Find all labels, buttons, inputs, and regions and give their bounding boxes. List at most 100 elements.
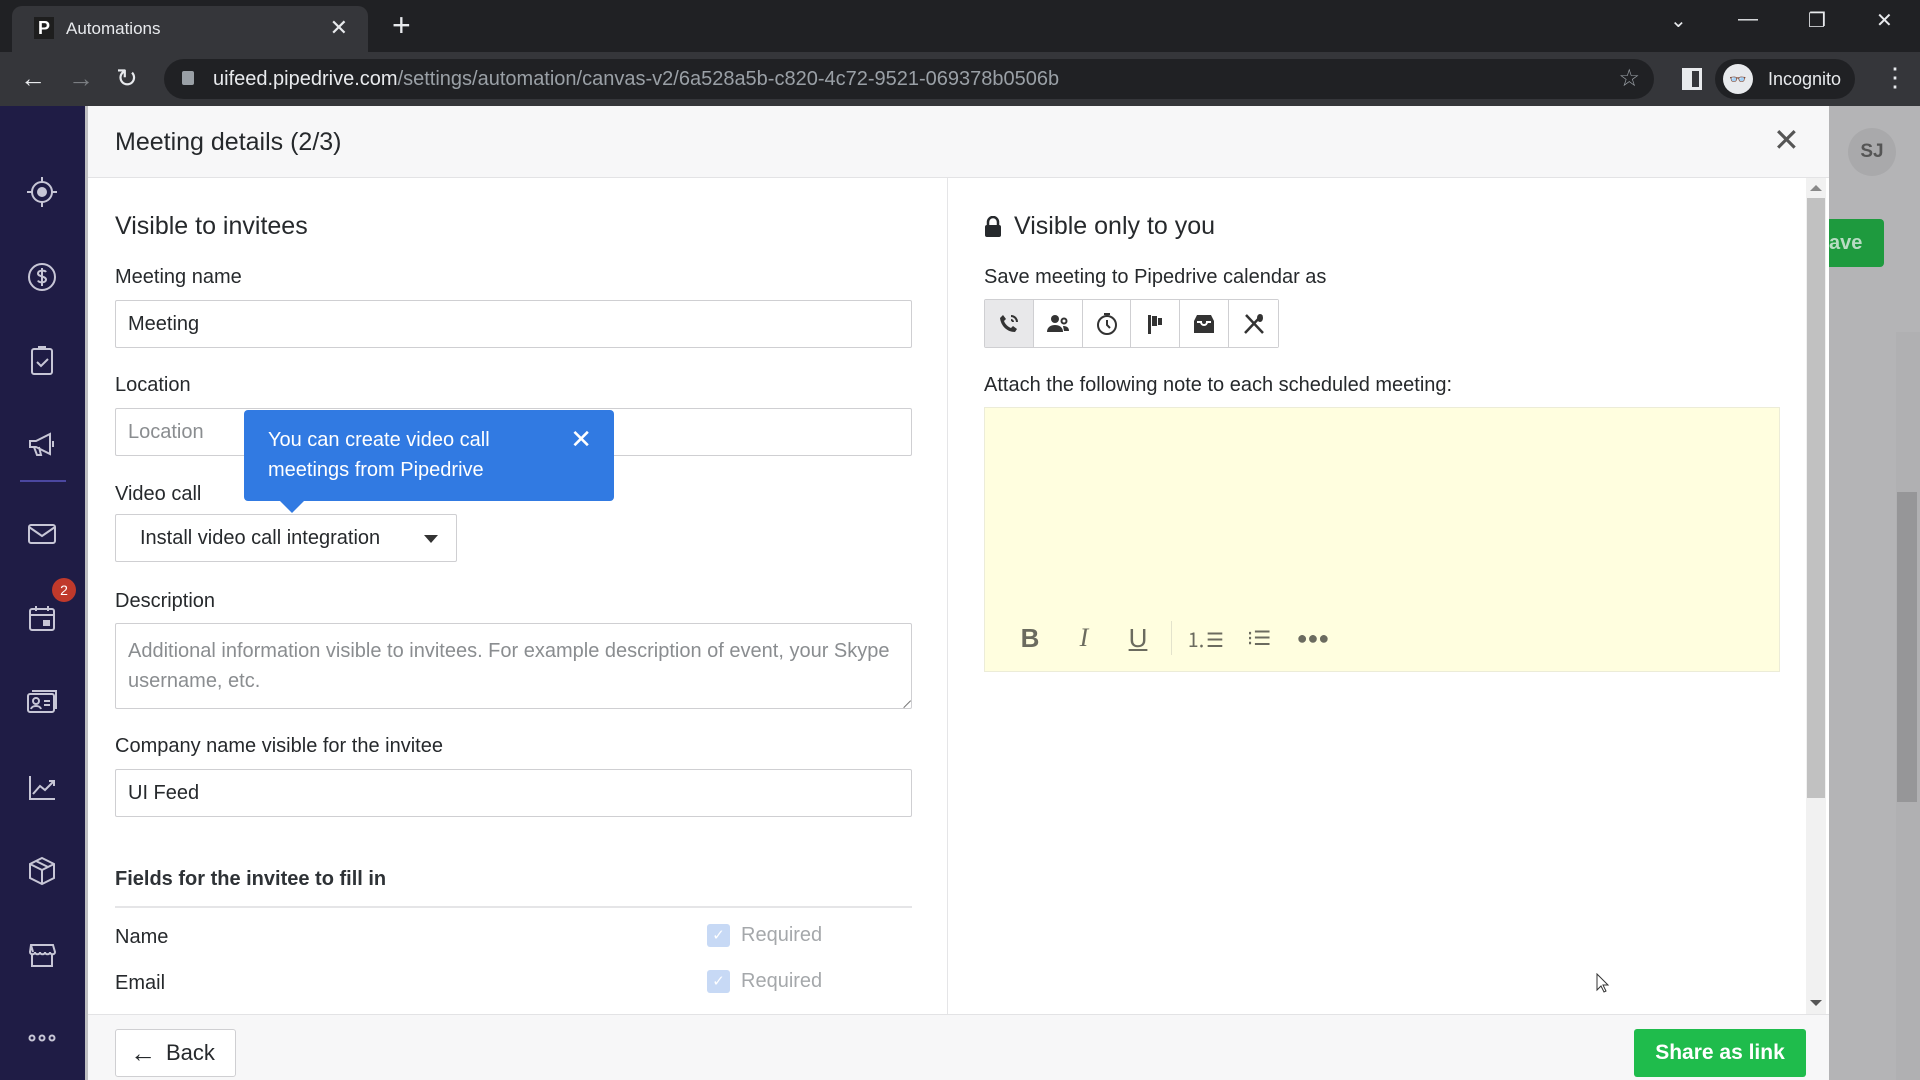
sidebar-item-leads[interactable] xyxy=(22,172,62,212)
description-placeholder: Additional information visible to invite… xyxy=(128,640,890,692)
video-call-label: Video call xyxy=(115,483,202,505)
tab-search-icon[interactable]: ⌄ xyxy=(1670,8,1687,33)
sidebar-item-campaigns[interactable] xyxy=(22,424,62,464)
ordered-list-icon[interactable]: ⒈☰ xyxy=(1178,618,1232,658)
url-text: uifeed.pipedrive.com/settings/automation… xyxy=(213,68,1059,91)
leads-icon xyxy=(27,177,57,207)
marketplace-icon xyxy=(28,944,57,967)
minimize-icon[interactable]: — xyxy=(1738,8,1758,31)
chevron-down-icon xyxy=(424,535,438,543)
visible-to-invitees-heading: Visible to invitees xyxy=(115,212,308,240)
profile-label: Incognito xyxy=(1768,69,1842,89)
background-page: SJ ave xyxy=(1829,106,1920,1080)
browser-menu-icon[interactable]: ⋮ xyxy=(1882,62,1908,93)
tab-close-icon[interactable]: ✕ xyxy=(330,15,348,41)
column-divider xyxy=(947,178,948,1014)
email-required-checkbox[interactable]: ✓ xyxy=(707,970,730,993)
video-call-select[interactable]: Install video call integration xyxy=(115,514,457,562)
bookmark-star-icon[interactable]: ☆ xyxy=(1618,64,1640,93)
tooltip-close-icon[interactable]: ✕ xyxy=(570,424,592,454)
mail-icon xyxy=(28,524,56,544)
address-bar[interactable]: uifeed.pipedrive.com/settings/automation… xyxy=(164,59,1654,99)
note-editor[interactable]: B I U ⒈☰ ⁝☰ ●●● xyxy=(984,407,1780,672)
back-nav-icon[interactable]: ← xyxy=(20,63,46,93)
more-options-icon[interactable]: ●●● xyxy=(1286,618,1340,658)
meeting-name-input[interactable]: Meeting xyxy=(115,300,912,348)
name-required-label: Required xyxy=(741,924,823,946)
sidebar-item-insights[interactable] xyxy=(22,767,62,807)
sidebar-item-marketplace[interactable] xyxy=(22,934,62,974)
resize-handle[interactable] xyxy=(896,693,912,709)
modal-scrollbar[interactable] xyxy=(1806,178,1826,1014)
location-label: Location xyxy=(115,374,191,396)
activity-type-call[interactable] xyxy=(985,300,1034,347)
email-required-label: Required xyxy=(741,970,823,992)
note-label: Attach the following note to each schedu… xyxy=(984,374,1453,396)
url-path: /settings/automation/canvas-v2/6a528a5b-… xyxy=(397,68,1060,90)
video-call-select-value: Install video call integration xyxy=(140,527,381,549)
sidebar-item-more[interactable] xyxy=(22,1018,62,1058)
url-domain: uifeed.pipedrive.com xyxy=(213,68,398,90)
bullet-list-icon[interactable]: ⁝☰ xyxy=(1232,618,1286,658)
restore-icon[interactable]: ❐ xyxy=(1808,8,1826,33)
sidebar-item-deals[interactable] xyxy=(22,257,62,297)
fields-heading: Fields for the invitee to fill in xyxy=(115,868,387,890)
browser-tab-bar: P Automations ✕ + ⌄ — ❐ ✕ xyxy=(0,0,1920,52)
company-name-input[interactable]: UI Feed xyxy=(115,769,912,817)
background-scrollbar xyxy=(1896,332,1920,1080)
forward-nav-icon[interactable]: → xyxy=(68,63,94,93)
products-icon xyxy=(29,856,55,886)
calendar-icon xyxy=(29,606,55,631)
description-label: Description xyxy=(115,590,216,612)
underline-icon[interactable]: U xyxy=(1111,618,1165,658)
sidebar-item-contacts[interactable] xyxy=(22,682,62,722)
background-save-button: ave xyxy=(1829,219,1884,267)
italic-icon[interactable]: I xyxy=(1057,618,1111,658)
company-name-label: Company name visible for the invitee xyxy=(115,735,443,757)
bold-icon[interactable]: B xyxy=(1003,618,1057,658)
browser-tab[interactable]: P Automations ✕ xyxy=(12,6,368,52)
sidebar: 2 xyxy=(0,106,85,1080)
side-panel-icon[interactable] xyxy=(1682,68,1702,90)
field-name-label: Name xyxy=(115,926,169,948)
activity-type-lunch[interactable] xyxy=(1229,300,1278,347)
sidebar-item-products[interactable] xyxy=(22,851,62,891)
flag-icon xyxy=(1148,314,1163,334)
new-tab-icon[interactable]: + xyxy=(392,8,411,42)
activity-type-meeting[interactable] xyxy=(1033,300,1083,347)
app-area: 2 SJ ave Meeting details (2/3) ✕ Visible… xyxy=(0,106,1920,1080)
email-tray-icon xyxy=(1194,314,1215,333)
scroll-down-icon[interactable] xyxy=(1810,1000,1822,1006)
description-textarea[interactable]: Additional information visible to invite… xyxy=(115,623,912,709)
deals-icon xyxy=(28,263,56,291)
toolbar-separator xyxy=(1171,621,1172,655)
tooltip-arrow xyxy=(280,501,304,513)
meeting-details-modal: Meeting details (2/3) ✕ Visible to invit… xyxy=(88,106,1829,1080)
clock-icon xyxy=(1096,312,1117,335)
window-close-icon[interactable]: ✕ xyxy=(1876,8,1893,33)
contacts-icon xyxy=(27,690,57,713)
modal-scrollbar-thumb[interactable] xyxy=(1807,198,1825,798)
share-as-link-button[interactable]: Share as link xyxy=(1634,1029,1806,1077)
campaigns-icon xyxy=(29,432,54,456)
activity-type-email[interactable] xyxy=(1180,300,1230,347)
calendar-notification-badge: 2 xyxy=(52,578,76,602)
scroll-up-icon[interactable] xyxy=(1810,185,1822,191)
more-icon xyxy=(28,1034,56,1042)
activity-type-deadline[interactable] xyxy=(1131,300,1181,347)
sidebar-divider xyxy=(20,480,66,482)
back-button[interactable]: ← Back xyxy=(115,1029,236,1077)
background-scrollbar-thumb xyxy=(1897,492,1917,802)
save-as-label: Save meeting to Pipedrive calendar as xyxy=(984,266,1327,288)
sidebar-item-activities[interactable] xyxy=(22,341,62,381)
incognito-profile-button[interactable]: 👓 Incognito xyxy=(1715,59,1855,99)
mouse-cursor-icon xyxy=(1596,973,1610,993)
reload-icon[interactable]: ↻ xyxy=(116,63,138,93)
sidebar-item-mail[interactable] xyxy=(22,514,62,554)
sidebar-item-calendar[interactable] xyxy=(22,598,62,638)
modal-close-icon[interactable]: ✕ xyxy=(1773,124,1800,156)
modal-body: Visible to invitees Meeting name Meeting… xyxy=(88,178,1829,1014)
name-required-checkbox[interactable]: ✓ xyxy=(707,924,730,947)
activity-type-task[interactable] xyxy=(1082,300,1132,347)
meeting-name-label: Meeting name xyxy=(115,266,242,288)
